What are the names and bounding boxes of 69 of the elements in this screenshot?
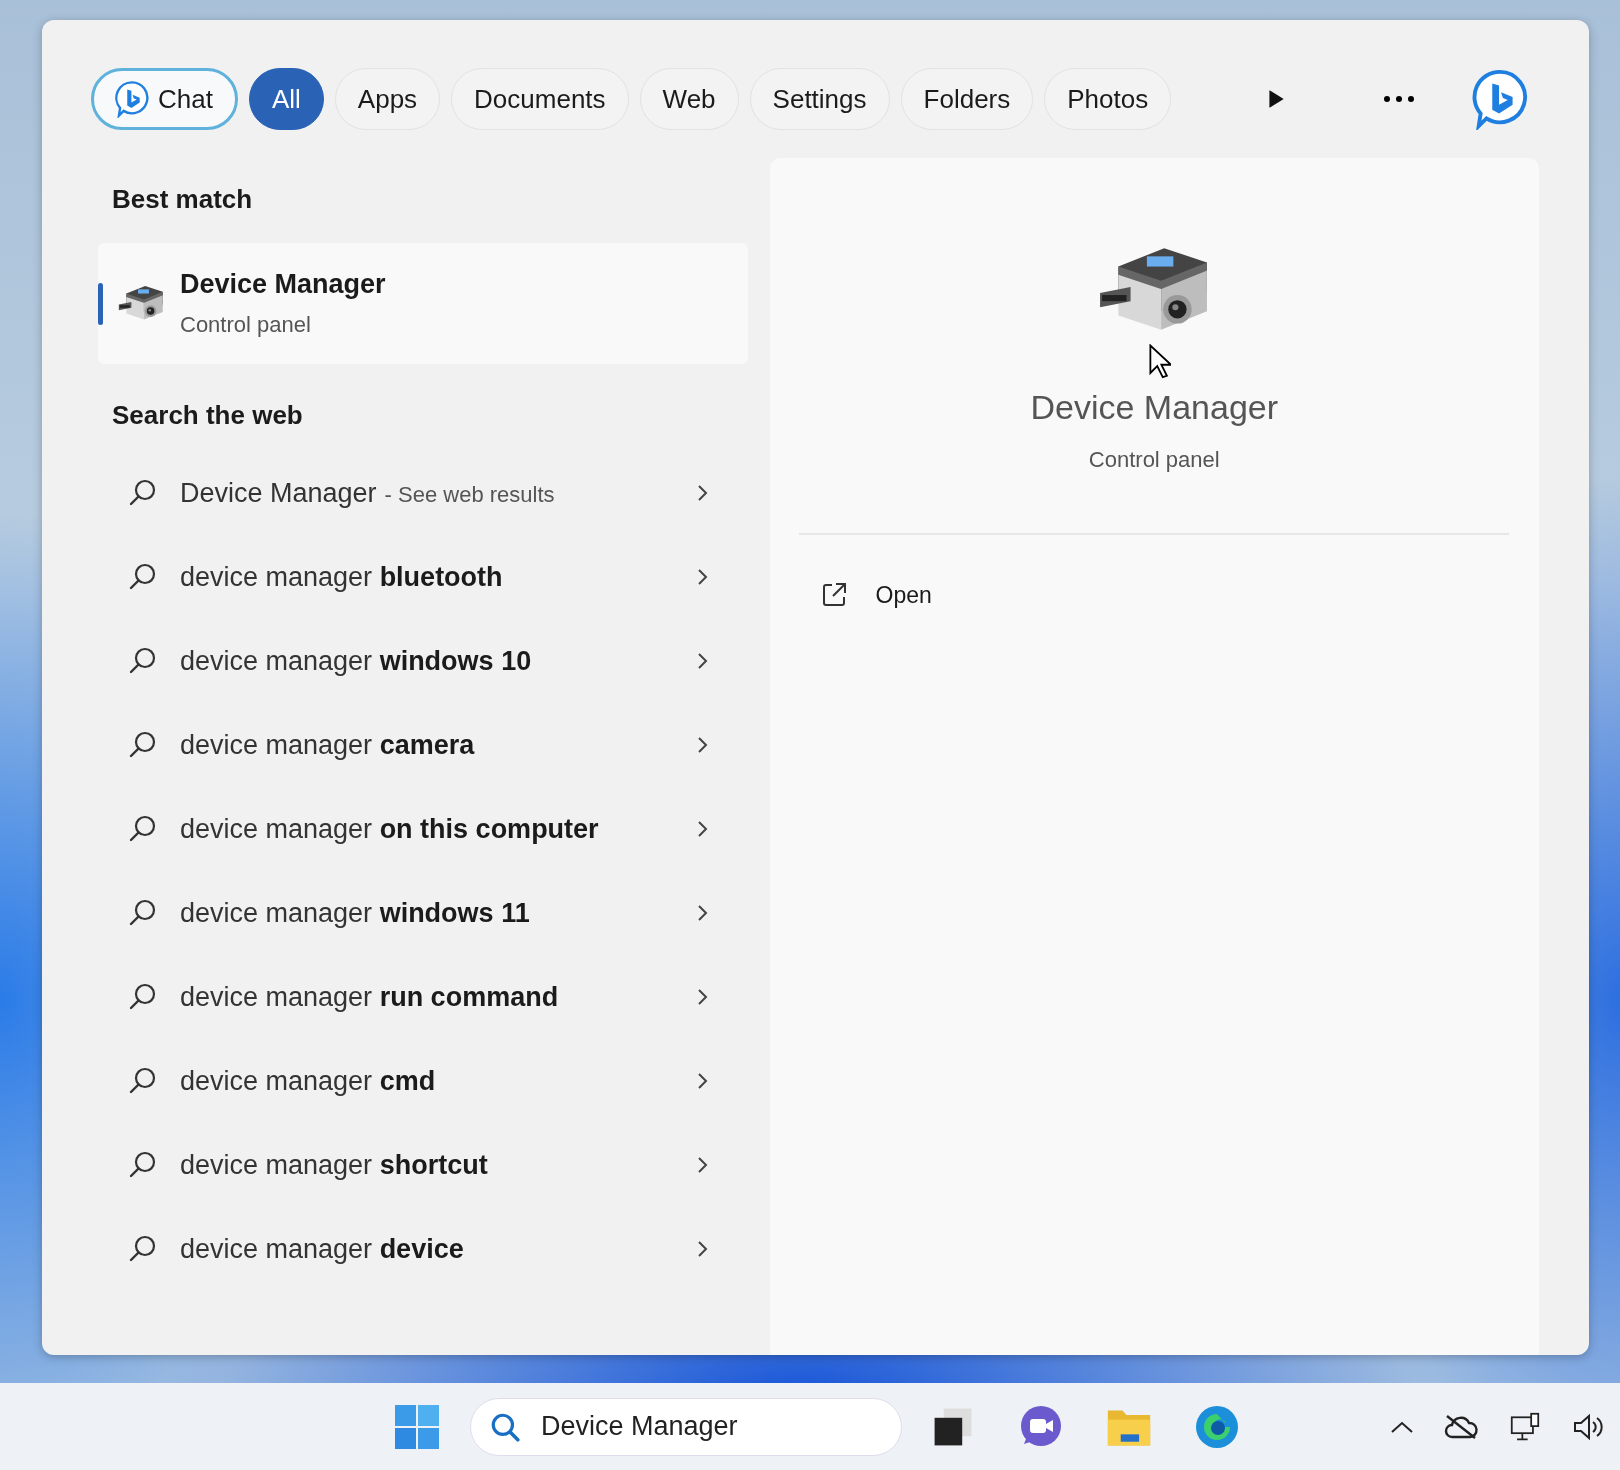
filter-tab[interactable]: Folders <box>900 68 1034 130</box>
search-icon <box>128 814 158 844</box>
result-hint: - See web results <box>384 481 555 508</box>
result-text: device manager cmd <box>180 1065 436 1097</box>
chevron-icon <box>695 1071 708 1091</box>
web-result-item[interactable]: device manager device <box>98 1207 748 1291</box>
filter-tab[interactable]: All <box>248 68 324 130</box>
search-icon <box>128 1234 158 1264</box>
filter-tab[interactable]: Chat <box>91 68 238 130</box>
filter-tab[interactable]: Apps <box>334 68 441 130</box>
search-icon <box>128 478 158 508</box>
web-result-item[interactable]: device manager on this computer <box>98 787 748 871</box>
search-icon <box>128 982 158 1012</box>
taskbar-search-field[interactable]: Device Manager <box>470 1397 902 1456</box>
chevron-up-icon[interactable] <box>1390 1419 1414 1434</box>
more-icon[interactable] <box>1384 95 1414 103</box>
chevron-icon <box>695 1239 708 1259</box>
search-query: Device Manager <box>541 1411 738 1442</box>
play-icon[interactable] <box>1267 88 1285 110</box>
search-icon <box>128 898 158 928</box>
web-result-item[interactable]: device manager windows 10 <box>98 619 748 703</box>
web-result-item[interactable]: device manager run command <box>98 955 748 1039</box>
filter-tab[interactable]: Photos <box>1044 68 1172 130</box>
section-heading: Search the web <box>112 400 304 431</box>
result-text: device manager device <box>180 1233 464 1265</box>
web-result-item[interactable]: device manager bluetooth <box>98 535 748 619</box>
search-icon <box>128 562 158 592</box>
chevron-icon <box>695 1155 708 1175</box>
chevron-icon <box>695 567 708 587</box>
chevron-icon <box>695 903 708 923</box>
chevron-icon <box>695 735 708 755</box>
windows-start-icon[interactable] <box>394 1403 440 1450</box>
preview-title: Device Manager <box>1030 388 1279 427</box>
web-result-item[interactable]: device manager shortcut <box>98 1123 748 1207</box>
search-icon <box>128 1150 158 1180</box>
search-icon <box>128 730 158 760</box>
filter-tab[interactable]: Documents <box>451 68 629 130</box>
result-text: device manager bluetooth <box>180 561 503 593</box>
result-text: device manager camera <box>180 729 475 761</box>
section-heading: Best match <box>112 184 254 215</box>
open-action[interactable]: Open <box>819 575 932 615</box>
pointer-icon <box>1148 344 1171 380</box>
network-icon[interactable] <box>1508 1411 1542 1442</box>
web-result-item[interactable]: Device Manager - See web results <box>98 451 748 535</box>
result-text: device manager windows 11 <box>180 897 530 929</box>
best-match-item[interactable]: Device Manager Control panel <box>98 243 748 364</box>
web-result-item[interactable]: device manager camera <box>98 703 748 787</box>
speaker-icon[interactable] <box>1572 1411 1606 1442</box>
result-text: device manager run command <box>180 981 559 1013</box>
selection-indicator <box>98 283 103 325</box>
chevron-icon <box>695 651 708 671</box>
filter-tab[interactable]: Settings <box>749 68 890 130</box>
chevron-icon <box>695 819 708 839</box>
web-result-item[interactable]: device manager cmd <box>98 1039 748 1123</box>
search-icon <box>128 1066 158 1096</box>
result-text: Device Manager <box>180 477 377 509</box>
web-result-item[interactable]: device manager windows 11 <box>98 871 748 955</box>
chevron-icon <box>695 483 708 503</box>
result-title: Device Manager <box>180 269 386 300</box>
result-text: device manager windows 10 <box>180 645 532 677</box>
result-text: device manager on this computer <box>180 813 599 845</box>
chevron-icon <box>695 987 708 1007</box>
result-text: device manager shortcut <box>180 1149 488 1181</box>
preview-subtitle: Control panel <box>1088 447 1220 473</box>
chat-bubble-icon <box>114 80 150 118</box>
filter-tab[interactable]: Web <box>639 68 739 130</box>
browser-icon[interactable] <box>1194 1403 1240 1450</box>
search-icon <box>128 646 158 676</box>
result-subtitle: Control panel <box>180 312 312 338</box>
